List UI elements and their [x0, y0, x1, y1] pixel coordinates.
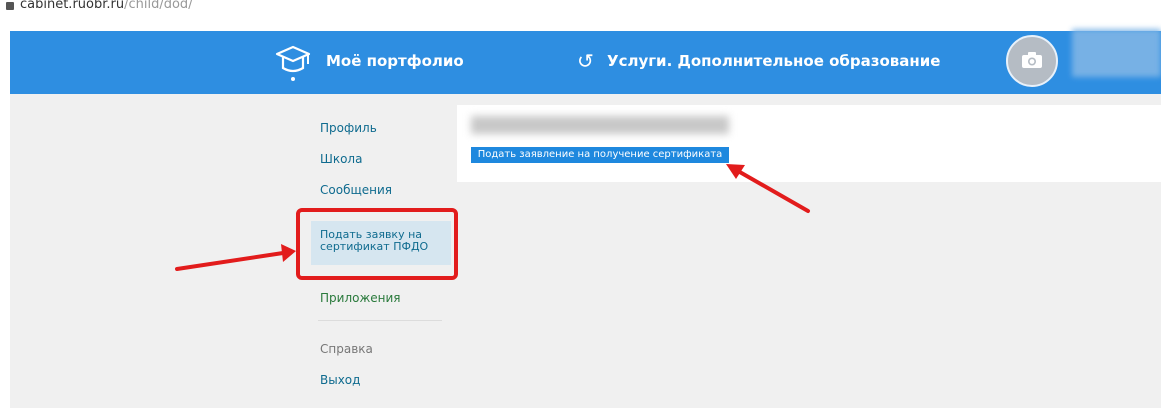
top-header: Моё портфолио ↺ Услуги. Дополнительное о… — [10, 29, 1161, 94]
sidebar-divider — [318, 320, 442, 321]
service-card: Подать заявление на получение сертификат… — [457, 105, 1161, 182]
brand-title[interactable]: Моё портфолио — [326, 52, 464, 70]
sidebar-item-applications[interactable]: Приложения — [320, 291, 401, 305]
address-text: cabinet.ruobr.ru/child/dod/ — [20, 0, 193, 12]
refresh-icon[interactable]: ↺ — [577, 49, 594, 73]
sidebar-item-logout[interactable]: Выход — [320, 373, 360, 387]
service-title: Услуги. Дополнительное образование — [607, 52, 941, 70]
content-area: Профиль Школа Сообщения Подать заявку на… — [10, 94, 1161, 408]
sidebar-item-help[interactable]: Справка — [320, 342, 373, 356]
avatar[interactable] — [1006, 35, 1058, 87]
sidebar-item-apply-certificate[interactable]: Подать заявку на сертификат ПФДО — [311, 221, 451, 265]
browser-address-bar[interactable]: cabinet.ruobr.ru/child/dod/ — [0, 0, 1161, 16]
url-path: /child/dod/ — [124, 0, 193, 12]
blurred-user-name — [1072, 29, 1161, 77]
url-host: cabinet.ruobr.ru — [20, 0, 125, 12]
graduation-cap-icon[interactable] — [275, 44, 311, 82]
sidebar-item-messages[interactable]: Сообщения — [320, 183, 392, 197]
site-info-icon[interactable] — [6, 2, 14, 10]
blurred-card-title — [471, 116, 729, 134]
sidebar-item-school[interactable]: Школа — [320, 152, 362, 166]
apply-certificate-button[interactable]: Подать заявление на получение сертификат… — [471, 147, 729, 163]
camera-icon — [1022, 52, 1042, 68]
sidebar-item-profile[interactable]: Профиль — [320, 121, 377, 135]
